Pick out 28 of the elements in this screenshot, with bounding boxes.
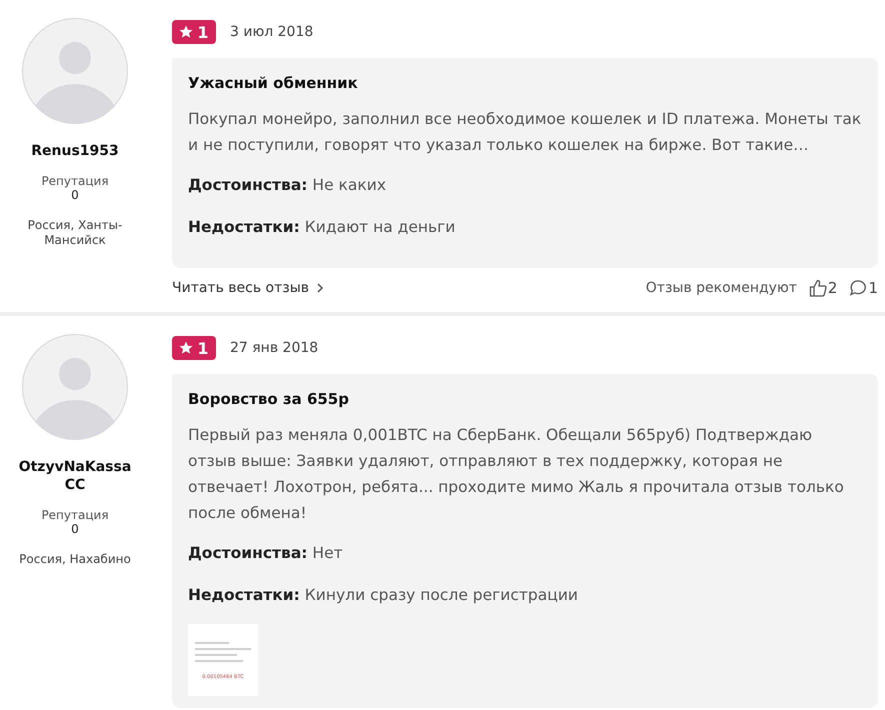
reputation-label: Репутация <box>41 174 109 188</box>
reputation-label: Репутация <box>41 508 109 522</box>
star-icon <box>179 25 194 39</box>
review-text: Первый раз меняла 0,001BTC на СберБанк. Обещали 565руб) Подтверждаю отзыв выше: Заявки удаляют, отправляют в тех поддержку, которая не отвечает! Лохотрон, ребята... проходите мимо Жаль я прочитала отзыв только после обмена! <box>188 425 845 524</box>
review-pros: Достоинства: Не каких <box>188 175 387 196</box>
reputation-value: 0 <box>71 522 79 536</box>
review-title[interactable]: Ужасный обменник <box>188 74 862 92</box>
review-cons: Недостатки: Кидают на деньги <box>188 217 456 238</box>
rating-value: 1 <box>197 22 209 42</box>
review-pros: Достоинства: Нет <box>188 543 344 564</box>
review-date: 3 июл 2018 <box>230 24 314 40</box>
user-location: Россия, Нахабино <box>18 552 132 567</box>
user-location: Россия, Ханты-Мансийск <box>26 218 124 248</box>
like-button[interactable]: 2 <box>808 279 838 297</box>
comments-button[interactable]: 1 <box>849 279 878 297</box>
username[interactable]: Renus1953 <box>15 142 135 160</box>
rating-value: 1 <box>197 338 209 358</box>
text-lines-icon <box>195 640 251 664</box>
star-icon <box>179 341 194 355</box>
reputation-value: 0 <box>71 188 79 202</box>
recommend-label: Отзыв рекомендуют <box>646 280 797 296</box>
read-more-link[interactable]: Читать весь отзыв <box>172 280 324 296</box>
review-title[interactable]: Воровство за 655р <box>188 390 862 408</box>
username[interactable]: OtzyvNaKassaCC <box>15 458 135 494</box>
review-text: Покупал монейро, заполнил все необходимое кошелек и ID платежа. Монеты так и не поступили, говорят что указал только кошелек на бирже. Вот такие… <box>188 109 862 156</box>
chevron-icon <box>316 283 324 293</box>
review-date: 27 янв 2018 <box>230 340 318 356</box>
review-cons: Недостатки: Кинули сразу после регистрации <box>188 585 579 606</box>
